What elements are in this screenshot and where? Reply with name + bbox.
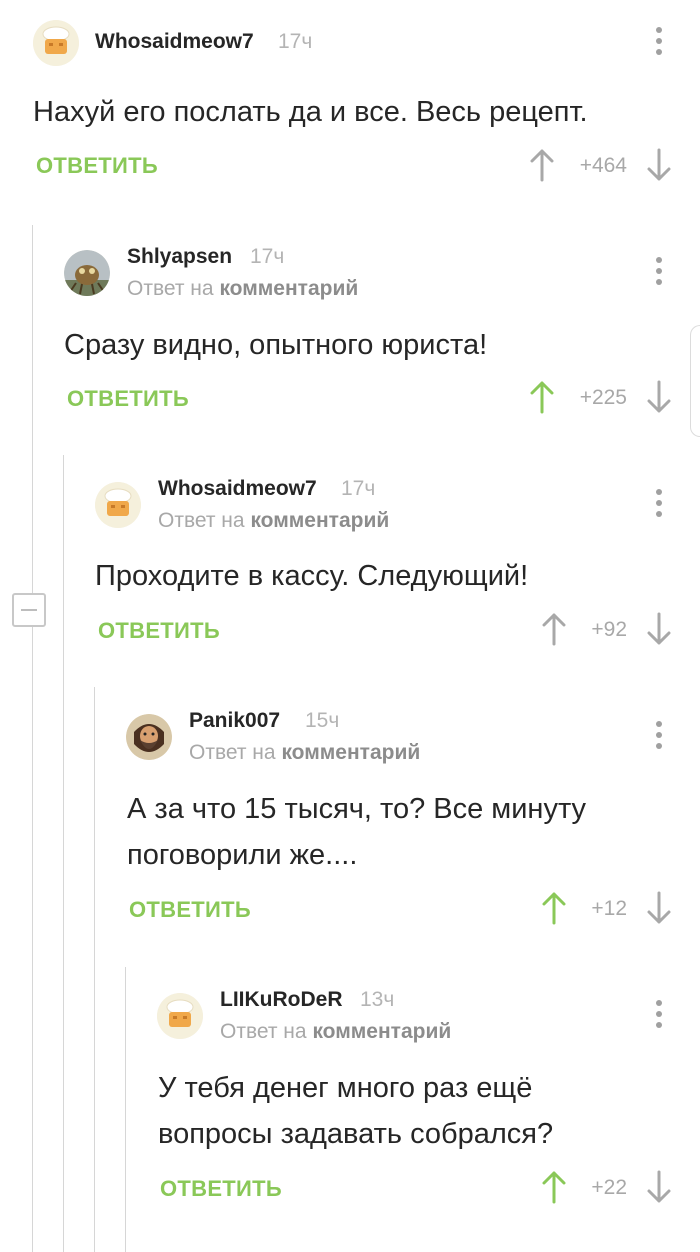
reply-target[interactable]: комментарий (312, 1020, 451, 1043)
timestamp: 17ч (250, 245, 285, 268)
username[interactable]: LIIKuRoDeR (220, 988, 343, 1012)
username[interactable]: Whosaidmeow7 (95, 30, 254, 54)
upvote-icon[interactable] (528, 380, 556, 414)
reply-button[interactable]: ОТВЕТИТЬ (98, 618, 220, 644)
downvote-icon[interactable] (645, 891, 673, 925)
timestamp: 13ч (360, 988, 395, 1011)
reply-button[interactable]: ОТВЕТИТЬ (36, 153, 158, 179)
rating: +22 (591, 1176, 627, 1199)
creature-avatar-icon (64, 250, 110, 296)
comment-text: У тебя денег много раз ещё вопросы задав… (158, 1065, 658, 1157)
timestamp: 17ч (278, 30, 313, 53)
reply-button[interactable]: ОТВЕТИТЬ (129, 897, 251, 923)
scrollbar[interactable] (690, 325, 700, 437)
comment-text: Нахуй его послать да и все. Весь рецепт. (33, 96, 588, 128)
more-options-icon[interactable] (649, 486, 669, 520)
timestamp: 17ч (341, 477, 376, 500)
rating: +12 (591, 897, 627, 920)
more-options-icon[interactable] (649, 24, 669, 58)
timestamp: 15ч (305, 709, 340, 732)
rating: +225 (579, 386, 627, 409)
downvote-icon[interactable] (645, 612, 673, 646)
comment-text: Проходите в кассу. Следующий! (95, 560, 529, 592)
cookpot-avatar-icon (157, 993, 203, 1039)
thread-line-level-2 (63, 455, 64, 1252)
username[interactable]: Shlyapsen (127, 245, 232, 269)
avatar[interactable] (95, 482, 141, 528)
downvote-icon[interactable] (645, 148, 673, 182)
collapse-thread-icon[interactable] (12, 593, 46, 627)
reply-to-link[interactable]: Ответ на комментарий (158, 509, 389, 533)
reply-prefix: Ответ на (127, 277, 214, 300)
reply-target[interactable]: комментарий (250, 509, 389, 532)
reply-button[interactable]: ОТВЕТИТЬ (67, 386, 189, 412)
reply-prefix: Ответ на (158, 509, 245, 532)
rating: +92 (591, 618, 627, 641)
more-options-icon[interactable] (649, 718, 669, 752)
cookpot-avatar-icon (33, 20, 79, 66)
comment-text-line: поговорили же.... (127, 839, 358, 871)
bearded-man-avatar-icon (126, 714, 172, 760)
avatar[interactable] (157, 993, 203, 1039)
cookpot-avatar-icon (95, 482, 141, 528)
comment-text: Сразу видно, опытного юриста! (64, 329, 488, 361)
more-options-icon[interactable] (649, 997, 669, 1031)
reply-target[interactable]: комментарий (219, 277, 358, 300)
upvote-icon[interactable] (528, 148, 556, 182)
username[interactable]: Panik007 (189, 709, 280, 733)
reply-prefix: Ответ на (220, 1020, 307, 1043)
comment-text-line: вопросы задавать собрался? (158, 1118, 554, 1150)
username[interactable]: Whosaidmeow7 (158, 477, 317, 501)
thread-line-level-3 (94, 687, 95, 1252)
comment-text-line: У тебя денег много раз ещё (158, 1072, 533, 1104)
comment-text: А за что 15 тысяч, то? Все минуту погово… (127, 786, 667, 878)
reply-prefix: Ответ на (189, 741, 276, 764)
avatar[interactable] (64, 250, 110, 296)
more-options-icon[interactable] (649, 254, 669, 288)
comment-text-line: А за что 15 тысяч, то? Все минуту (127, 793, 587, 825)
downvote-icon[interactable] (645, 1170, 673, 1204)
reply-target[interactable]: комментарий (281, 741, 420, 764)
thread-line-level-4 (125, 967, 126, 1252)
reply-to-link[interactable]: Ответ на комментарий (127, 277, 358, 301)
reply-to-link[interactable]: Ответ на комментарий (189, 741, 420, 765)
thread-line-level-1 (32, 225, 33, 1252)
rating: +464 (579, 154, 627, 177)
avatar[interactable] (126, 714, 172, 760)
avatar[interactable] (33, 20, 79, 66)
reply-to-link[interactable]: Ответ на комментарий (220, 1020, 451, 1044)
downvote-icon[interactable] (645, 380, 673, 414)
reply-button[interactable]: ОТВЕТИТЬ (160, 1176, 282, 1202)
